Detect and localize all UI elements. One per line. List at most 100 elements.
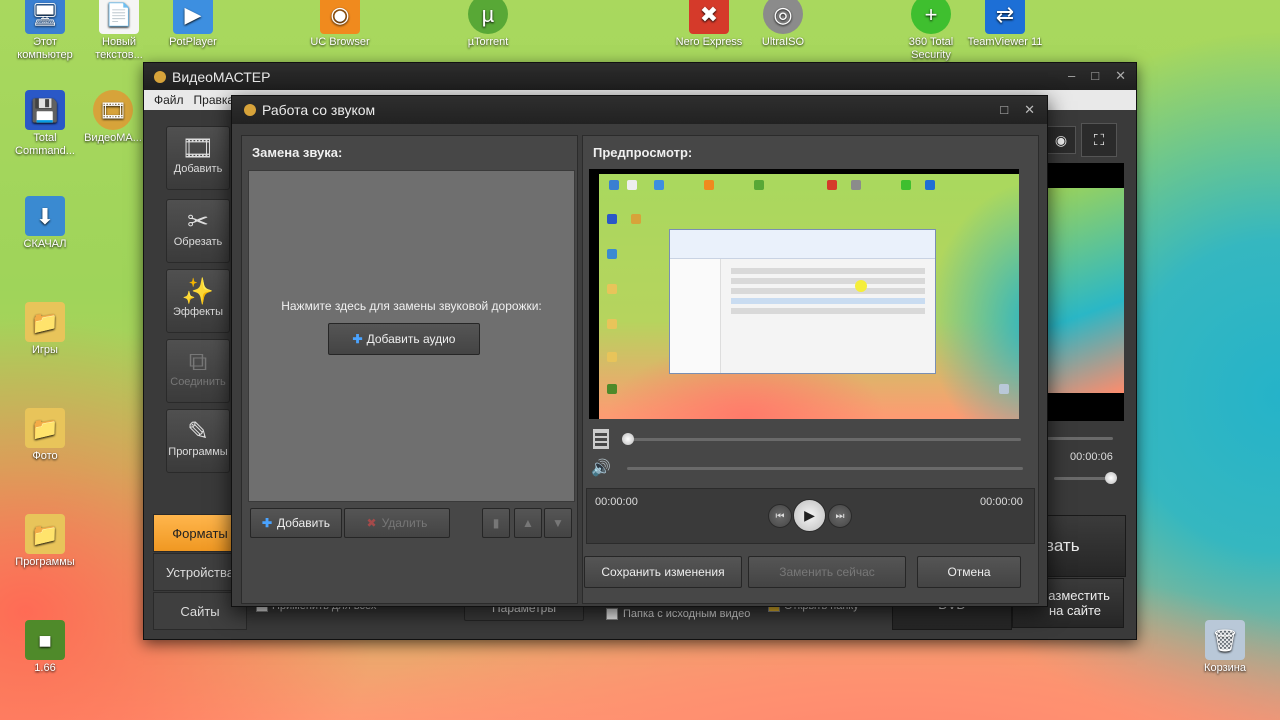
uc-browser-icon: ◉ bbox=[320, 0, 360, 34]
disc-icon: ◎ bbox=[763, 0, 803, 34]
film-reel-icon: 🎞 bbox=[93, 90, 133, 130]
desktop-icon-this-pc[interactable]: 🖥 Этот компьютер bbox=[5, 0, 85, 62]
mini-desktop-icon bbox=[925, 180, 935, 190]
audio-track-list[interactable]: Нажмите здесь для замены звуковой дорожк… bbox=[248, 170, 575, 502]
menu-file[interactable]: Файл bbox=[154, 93, 184, 107]
main-window-controls: ‒ □ ✕ bbox=[1068, 68, 1126, 84]
save-changes-label: Сохранить изменения bbox=[601, 565, 725, 579]
sidebar-effects-button[interactable]: ✨ Эффекты bbox=[166, 269, 230, 333]
close-icon[interactable]: ✕ bbox=[1024, 102, 1035, 118]
desktop-icon-360-security[interactable]: + 360 Total Security bbox=[891, 0, 971, 62]
desktop-icon-games[interactable]: 📁 Игры bbox=[5, 302, 85, 357]
snapshot-button[interactable]: ◉ bbox=[1046, 126, 1076, 154]
film-add-icon: 🎞 bbox=[181, 133, 215, 163]
preview-frame bbox=[599, 174, 1019, 419]
maximize-icon[interactable]: □ bbox=[1091, 68, 1099, 84]
desktop-icon-label: ВидеоМА... bbox=[84, 132, 142, 144]
desktop-icon-label: PotPlayer bbox=[169, 36, 217, 48]
add-button[interactable]: ✚ Добавить bbox=[250, 508, 342, 538]
convert-button[interactable]: вать bbox=[1044, 515, 1126, 577]
desktop-icon-photos[interactable]: 📁 Фото bbox=[5, 408, 85, 463]
replace-now-button[interactable]: Заменить сейчас bbox=[748, 556, 906, 588]
play-button[interactable]: ▶ bbox=[793, 499, 826, 532]
source-folder-checkbox[interactable] bbox=[606, 608, 618, 620]
mini-desktop-icon bbox=[607, 384, 617, 394]
delete-button[interactable]: ✖ Удалить bbox=[344, 508, 450, 538]
forward-button[interactable]: ⏭ bbox=[828, 504, 852, 528]
delete-x-icon: ✖ bbox=[366, 516, 377, 530]
grass-block-icon: ■ bbox=[25, 620, 65, 660]
desktop-icon-ultraiso[interactable]: ◎ UltraISO bbox=[743, 0, 823, 49]
add-audio-button[interactable]: ✚ Добавить аудио bbox=[328, 323, 480, 355]
time-end: 00:00:00 bbox=[980, 496, 1023, 508]
move-down-button[interactable]: ▼ bbox=[544, 508, 572, 538]
save-changes-button[interactable]: Сохранить изменения bbox=[584, 556, 742, 588]
sidebar-join-button[interactable]: ⧉ Соединить bbox=[166, 339, 230, 403]
move-up-button[interactable]: ▲ bbox=[514, 508, 542, 538]
cancel-button[interactable]: Отмена bbox=[917, 556, 1021, 588]
close-icon[interactable]: ✕ bbox=[1115, 68, 1126, 84]
mini-desktop-icon bbox=[999, 384, 1009, 394]
mini-row bbox=[731, 288, 925, 294]
dialog-window-controls: □ ✕ bbox=[1000, 102, 1035, 118]
desktop-icon-text-file[interactable]: 📄 Новый текстов... bbox=[79, 0, 159, 62]
sidebar-add-button[interactable]: 🎞 Добавить bbox=[166, 126, 230, 190]
sidebar-label: Программы bbox=[168, 446, 228, 458]
download-arrow-icon: ⬇ bbox=[25, 196, 65, 236]
maximize-icon[interactable]: □ bbox=[1000, 102, 1008, 118]
source-folder-row[interactable]: Папка с исходным видео bbox=[606, 608, 750, 620]
replace-hint: Нажмите здесь для замены звуковой дорожк… bbox=[281, 299, 542, 313]
rewind-button[interactable]: ⏮ bbox=[768, 504, 792, 528]
mini-desktop-icon bbox=[901, 180, 911, 190]
playback-track[interactable] bbox=[625, 438, 1021, 441]
desktop-icon-nero[interactable]: ✖ Nero Express bbox=[669, 0, 749, 49]
desktop-icon-potplayer[interactable]: ▶ PotPlayer bbox=[153, 0, 233, 49]
desktop-icon-label: Программы bbox=[15, 556, 75, 568]
desktop-icon-utorrent[interactable]: µ µTorrent bbox=[448, 0, 528, 49]
app-logo-icon bbox=[154, 70, 166, 83]
desktop-icon-minecraft[interactable]: ■ 1.66 bbox=[5, 620, 85, 675]
desktop-icon-label: Nero Express bbox=[675, 36, 743, 48]
app-logo-icon bbox=[244, 104, 256, 116]
add-audio-label: Добавить аудио bbox=[366, 332, 456, 346]
desktop-icon-total-commander[interactable]: 💾 Total Command... bbox=[5, 90, 85, 158]
main-volume-thumb[interactable] bbox=[1105, 472, 1117, 484]
fullscreen-button[interactable]: ⛶ bbox=[1081, 123, 1117, 157]
desktop-icon-label: СКАЧАЛ bbox=[23, 238, 67, 250]
minimize-icon[interactable]: ‒ bbox=[1068, 68, 1075, 84]
dialog-title-bar: Работа со звуком □ ✕ bbox=[232, 96, 1047, 124]
preview-explorer-window bbox=[669, 229, 936, 374]
desktop-icon-label: Корзина bbox=[1204, 662, 1246, 674]
desktop-icon-recycle-bin[interactable]: 🗑 Корзина bbox=[1185, 620, 1265, 675]
main-progress-track[interactable] bbox=[1047, 437, 1113, 440]
desktop-icon-label: Total Command... bbox=[15, 132, 75, 157]
arrow-up-icon: ▲ bbox=[522, 516, 534, 530]
desktop-icon-downloads[interactable]: ⬇ СКАЧАЛ bbox=[5, 196, 85, 251]
mini-row bbox=[731, 268, 925, 274]
desktop-icon-label: 360 Total Security bbox=[908, 36, 954, 61]
sidebar-programs-button[interactable]: ✎ Программы bbox=[166, 409, 230, 473]
pen-icon: ✎ bbox=[187, 416, 209, 446]
desktop-icon-videomaster[interactable]: 🎞 ВидеоМА... bbox=[79, 90, 147, 145]
floppy-icon: 💾 bbox=[25, 90, 65, 130]
mini-desktop-icon bbox=[851, 180, 861, 190]
mini-desktop-icon bbox=[607, 352, 617, 362]
file-icon-button[interactable]: ▮ bbox=[482, 508, 510, 538]
sidebar-cut-button[interactable]: ✂ Обрезать bbox=[166, 199, 230, 263]
mini-file-list bbox=[725, 264, 931, 318]
mini-desktop-icon bbox=[609, 180, 619, 190]
sidebar-label: Эффекты bbox=[172, 306, 223, 318]
volume-track[interactable] bbox=[627, 467, 1023, 470]
menu-edit[interactable]: Правка bbox=[194, 93, 235, 107]
desktop-icon-label: Новый текстов... bbox=[95, 36, 143, 61]
mini-desktop-icon bbox=[607, 249, 617, 259]
mini-desktop-icon bbox=[827, 180, 837, 190]
desktop-icon-programs[interactable]: 📁 Программы bbox=[5, 514, 85, 569]
delete-label: Удалить bbox=[381, 516, 428, 530]
desktop-icon-uc-browser[interactable]: ◉ UC Browser bbox=[300, 0, 380, 49]
mini-row bbox=[731, 278, 925, 284]
mini-desktop-icon bbox=[607, 319, 617, 329]
playback-thumb[interactable] bbox=[622, 433, 634, 445]
desktop-icon-teamviewer[interactable]: ⇄ TeamViewer 11 bbox=[965, 0, 1045, 49]
join-icon: ⧉ bbox=[188, 346, 208, 376]
